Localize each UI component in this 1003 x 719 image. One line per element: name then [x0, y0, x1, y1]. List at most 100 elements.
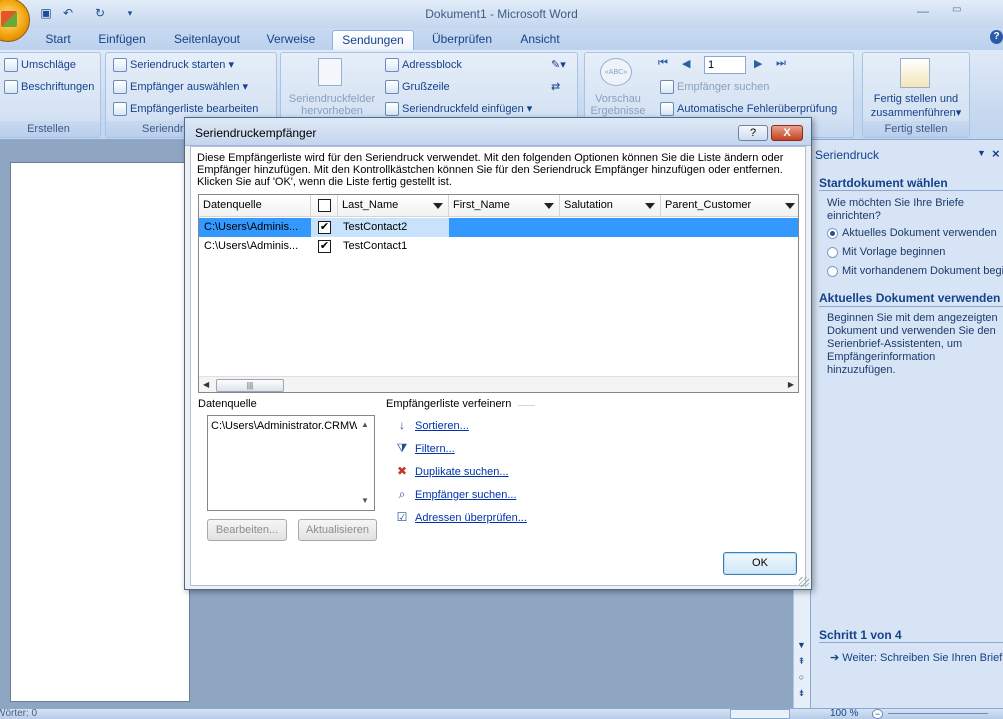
match-fields-icon[interactable]: ⇄ [551, 80, 567, 94]
bearbeiten-button[interactable]: Bearbeiten... [207, 519, 287, 541]
task-pane-close-icon[interactable]: × [992, 146, 1000, 161]
validate-addresses-icon: ☑ [396, 510, 408, 524]
highlight-fields-icon [318, 58, 342, 86]
duplikate-suchen-link[interactable]: Duplikate suchen... [415, 466, 509, 478]
task-pane-menu-icon[interactable]: ▼ [977, 148, 986, 158]
recipient-grid: Datenquelle Last_Name First_Name Salutat… [198, 194, 799, 393]
tab-einfuegen[interactable]: Einfügen [92, 30, 152, 50]
fehlerpruefung-button[interactable]: Automatische Fehlerüberprüfung [660, 102, 837, 116]
record-number-input[interactable]: 1 [704, 56, 746, 74]
zoom-slider[interactable] [888, 713, 988, 714]
tab-ueberpruefen[interactable]: Überprüfen [426, 30, 498, 50]
datasource-list[interactable]: C:\Users\Administrator.CRMW( ▲ ▼ [207, 415, 375, 511]
next-record-icon[interactable]: ▶ [754, 57, 762, 70]
help-icon[interactable]: ? [990, 30, 1003, 44]
next-page-icon[interactable]: ⇟ [793, 688, 810, 702]
fertig-button-label-2[interactable]: zusammenführen▾ [864, 106, 968, 119]
column-header-parent-customer[interactable]: Parent_Customer [661, 195, 798, 217]
taskpane-description: Beginnen Sie mit dem angezeigten Dokumen… [827, 312, 998, 376]
grusszeile-button[interactable]: Grußzeile [385, 80, 450, 94]
find-recipient-icon: ⌕ [398, 487, 406, 501]
dialog-help-button[interactable]: ? [738, 125, 768, 141]
option-aktuelles-dokument[interactable]: Aktuelles Dokument verwenden [827, 227, 997, 240]
first-record-icon[interactable]: ⏮ [658, 57, 668, 70]
browse-object-icon[interactable]: ○ [793, 672, 810, 686]
scroll-up-icon[interactable]: ▲ [361, 420, 369, 429]
last-record-icon[interactable]: ⏭ [776, 57, 786, 70]
previous-record-icon[interactable]: ◀ [682, 57, 690, 70]
resize-grip-icon[interactable] [799, 577, 809, 587]
seriendruck-starten-button[interactable]: Seriendruck starten ▾ [113, 58, 234, 73]
column-header-salutation[interactable]: Salutation [560, 195, 661, 217]
empfaenger-suchen-link[interactable]: Empfänger suchen... [415, 489, 517, 501]
finish-merge-icon[interactable] [900, 58, 930, 88]
datasource-item[interactable]: C:\Users\Administrator.CRMW( [211, 420, 359, 432]
document-page[interactable] [10, 162, 190, 702]
section-divider [518, 405, 535, 406]
empfaenger-suchen-label: Empfänger suchen [677, 80, 770, 93]
column-header-datenquelle[interactable]: Datenquelle [199, 195, 311, 217]
datasource-scrollbar[interactable]: ▲ ▼ [357, 416, 374, 510]
divider [819, 642, 1003, 643]
group-label: Fertig stellen [863, 121, 969, 137]
option-vorlage[interactable]: Mit Vorlage beginnen [827, 246, 945, 259]
row-checkbox[interactable]: ✔ [318, 221, 331, 234]
dropdown-arrow-icon[interactable] [544, 203, 554, 209]
tab-ansicht[interactable]: Ansicht [514, 30, 566, 50]
fertig-button-label-1[interactable]: Fertig stellen und [864, 93, 968, 105]
seriendruckfeld-einfuegen-button[interactable]: Seriendruckfeld einfügen ▾ [385, 102, 532, 117]
tab-sendungen[interactable]: Sendungen [332, 30, 414, 50]
filtern-link[interactable]: Filtern... [415, 443, 455, 455]
next-step-link[interactable]: ➔ Weiter: Schreiben Sie Ihren Brief [830, 652, 1003, 665]
sortieren-link[interactable]: Sortieren... [415, 420, 469, 432]
zoom-out-icon[interactable]: − [872, 709, 883, 719]
table-row[interactable]: C:\Users\Adminis... ✔ TestContact2 [199, 218, 798, 237]
beschriftungen-button[interactable]: Beschriftungen [4, 80, 94, 94]
maximize-icon[interactable]: ▭ [952, 4, 961, 15]
adressen-ueberpruefen-link[interactable]: Adressen überprüfen... [415, 512, 527, 524]
scroll-left-icon[interactable]: ◀ [203, 380, 209, 389]
tab-verweise[interactable]: Verweise [262, 30, 320, 50]
table-row[interactable]: C:\Users\Adminis... ✔ TestContact1 [199, 237, 798, 256]
rules-icon[interactable]: ✎▾ [551, 58, 571, 72]
empfaenger-suchen-button[interactable]: Empfänger suchen [660, 80, 769, 94]
view-buttons[interactable] [730, 709, 790, 719]
prev-page-icon[interactable]: ⇞ [793, 656, 810, 670]
word-count[interactable]: Wörter: 0 [0, 708, 37, 719]
cell-parent [661, 218, 798, 237]
adressblock-button[interactable]: Adressblock [385, 58, 462, 72]
horizontal-scrollbar[interactable]: ◀ ||| ▶ [199, 376, 798, 392]
minimize-icon[interactable]: — [917, 4, 929, 18]
column-header-last-name[interactable]: Last_Name [338, 195, 449, 217]
zoom-level[interactable]: 100 % [830, 708, 858, 719]
tab-start[interactable]: Start [40, 30, 76, 50]
scroll-down-icon[interactable]: ▼ [793, 640, 810, 654]
preview-icon: «ABC» [600, 58, 632, 86]
empfaengerliste-bearbeiten-button[interactable]: Empfängerliste bearbeiten [113, 102, 258, 116]
radio-icon [827, 227, 838, 239]
option-vorhandenes-dokument[interactable]: Mit vorhandenem Dokument beginnen [827, 265, 1003, 278]
column-label: Salutation [564, 199, 613, 211]
empfaengerliste-label: Empfängerliste bearbeiten [130, 102, 259, 115]
umschlaege-button[interactable]: Umschläge [4, 58, 76, 72]
scrollbar-thumb[interactable]: ||| [216, 379, 284, 392]
aktualisieren-button[interactable]: Aktualisieren [298, 519, 377, 541]
dropdown-arrow-icon[interactable] [433, 203, 443, 209]
scroll-down-icon[interactable]: ▼ [361, 496, 369, 505]
empfaenger-auswaehlen-button[interactable]: Empfänger auswählen ▾ [113, 80, 248, 95]
seriendruckempfaenger-dialog: Seriendruckempfänger ? X Diese Empfänger… [184, 117, 812, 590]
dialog-close-button[interactable]: X [771, 125, 803, 141]
row-checkbox[interactable]: ✔ [318, 240, 331, 253]
dropdown-arrow-icon[interactable] [785, 203, 795, 209]
empfaenger-auswaehlen-label: Empfänger auswählen [130, 81, 240, 93]
column-header-select-all[interactable] [311, 195, 338, 217]
ok-button[interactable]: OK [723, 552, 797, 575]
select-all-checkbox[interactable] [318, 199, 331, 212]
dropdown-arrow-icon[interactable] [645, 203, 655, 209]
fehlerpruefung-label: Automatische Fehlerüberprüfung [677, 102, 838, 115]
mail-merge-icon [113, 58, 127, 73]
column-header-first-name[interactable]: First_Name [449, 195, 560, 217]
scroll-right-icon[interactable]: ▶ [788, 380, 794, 389]
labels-icon [4, 80, 18, 94]
tab-seitenlayout[interactable]: Seitenlayout [168, 30, 246, 50]
